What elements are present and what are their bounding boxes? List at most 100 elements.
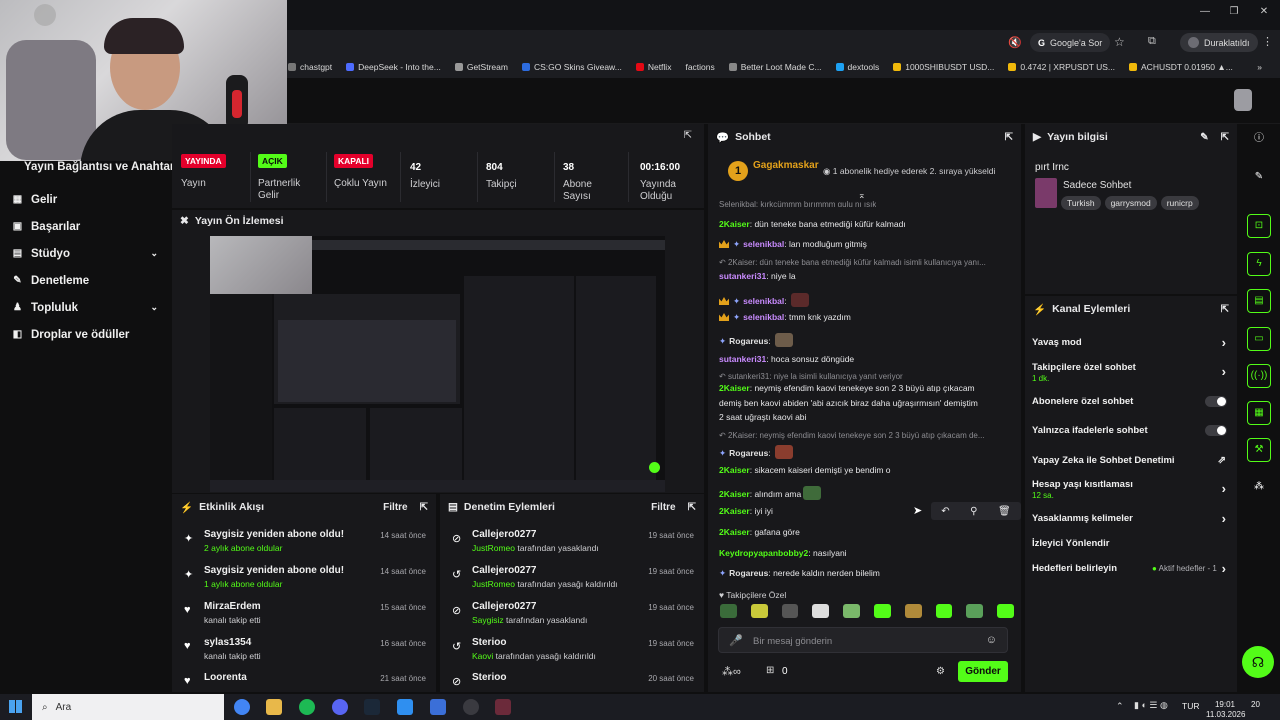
bookmark-item[interactable]: 1000SHIBUSDT USD... xyxy=(893,62,994,72)
wrench-icon[interactable]: ⚒ xyxy=(1247,438,1271,462)
chat-username[interactable]: Rogareus xyxy=(729,568,768,578)
clip-icon[interactable]: ⊡ xyxy=(1247,214,1271,238)
emote[interactable] xyxy=(720,604,737,618)
send-button[interactable]: Gönder xyxy=(958,661,1008,682)
maximize-icon[interactable]: ❐ xyxy=(1227,6,1241,20)
bookmark-item[interactable]: CS:GO Skins Giveaw... xyxy=(521,62,622,72)
windows-start-icon[interactable] xyxy=(9,700,22,713)
lightning-icon[interactable]: ϟ xyxy=(1247,252,1271,276)
set-goals-action[interactable]: Hedefleri belirleyin ● Aktif hedefler - … xyxy=(1032,561,1232,576)
sidebar-item-community[interactable]: ♟ Topluluk ⌄ xyxy=(0,294,172,321)
menu-dots-icon[interactable]: ⋮ xyxy=(1262,35,1273,48)
chat-icon[interactable]: ▭ xyxy=(1247,327,1271,351)
pencil-icon[interactable]: ✎ xyxy=(1247,166,1271,190)
broadcast-icon[interactable]: ((·)) xyxy=(1247,364,1271,388)
modlog-filter-button[interactable]: Filtre xyxy=(651,502,675,513)
extensions-icon[interactable]: ⧉ xyxy=(1148,35,1156,48)
chat-username[interactable]: 2Kaiser xyxy=(719,465,750,475)
raid-action[interactable]: İzleyici Yönlendir xyxy=(1032,538,1232,549)
chat-username[interactable]: selenikbal xyxy=(743,312,784,322)
bookmark-item[interactable]: GetStream xyxy=(454,62,508,72)
popout-icon[interactable]: ⇱ xyxy=(420,502,428,513)
chat-username[interactable]: 2Kaiser xyxy=(719,383,750,393)
chat-username[interactable]: 2Kaiser xyxy=(719,527,750,537)
emote[interactable] xyxy=(935,604,953,618)
steam-icon[interactable] xyxy=(364,699,380,715)
emote[interactable] xyxy=(843,604,860,618)
chat-username[interactable]: sutankeri31 xyxy=(719,271,766,281)
emote[interactable] xyxy=(873,604,891,618)
emoji-icon[interactable]: ☺ xyxy=(986,634,997,646)
popout-icon[interactable]: ⇱ xyxy=(688,502,696,513)
sidebar-item-drops[interactable]: ◧ Droplar ve ödüller xyxy=(0,321,172,348)
taskbar-search[interactable]: ⌕ Ara xyxy=(32,694,224,720)
clock[interactable]: 19:01 11.03.2026 xyxy=(1206,700,1245,720)
community-icon[interactable]: ⁂ xyxy=(1247,476,1271,500)
banned-words-action[interactable]: Yasaklanmış kelimeler › xyxy=(1032,511,1232,526)
chat-username[interactable]: sutankeri31 xyxy=(719,354,766,364)
emote[interactable] xyxy=(997,604,1014,618)
popout-icon[interactable]: ⇱ xyxy=(1005,132,1013,143)
spotify-icon[interactable] xyxy=(299,699,315,715)
bookmark-item[interactable]: Better Loot Made C... xyxy=(728,62,822,72)
ai-moderation-action[interactable]: Yapay Zeka ile Sohbet Denetimi ⇗ xyxy=(1032,455,1232,466)
bookmark-item[interactable]: 0.4742 | XRPUSDT US... xyxy=(1008,62,1115,72)
sidebar-stream-key-title[interactable]: Yayın Bağlantısı ve Anahtarı xyxy=(0,161,178,178)
sidebar-item-moderation[interactable]: ✎ Denetleme xyxy=(0,267,172,294)
popout-icon[interactable]: ⇱ xyxy=(1221,132,1229,143)
followers-only-action[interactable]: Takipçilere özel sohbet 1 dk. › xyxy=(1032,362,1232,383)
user-avatar[interactable] xyxy=(1234,89,1252,111)
bookmark-item[interactable]: Netflix xyxy=(635,62,671,72)
account-age-action[interactable]: Hesap yaşı kısıtlaması 12 sa. › xyxy=(1032,479,1232,500)
tray-up-icon[interactable]: ⌃ xyxy=(1116,701,1124,712)
bookmarks-overflow-icon[interactable]: » xyxy=(1257,62,1280,72)
emote[interactable] xyxy=(966,604,984,618)
channel-points-icon[interactable]: ⁂∞ xyxy=(722,665,741,678)
chat-username[interactable]: 2Kaiser xyxy=(719,219,750,229)
slow-mode-action[interactable]: Yavaş mod › xyxy=(1032,335,1232,350)
discord-icon[interactable] xyxy=(332,699,348,715)
delete-icon[interactable]: 🗑 xyxy=(998,506,1011,517)
close-window-icon[interactable]: ✕ xyxy=(1257,6,1271,20)
document-icon[interactable]: ▤ xyxy=(1247,289,1271,313)
pin-icon[interactable]: ⚲ xyxy=(970,506,977,517)
chat-username[interactable]: Keydropyapanbobby2 xyxy=(719,548,808,558)
emote[interactable] xyxy=(750,604,768,618)
reply-icon[interactable]: ↶ xyxy=(941,506,949,517)
profile-chip[interactable]: Duraklatıldı xyxy=(1180,33,1258,52)
pinned-user[interactable]: Gagakmaskar xyxy=(753,160,819,171)
tray-icons[interactable]: ▮ ◐ ☰ ◍ xyxy=(1134,700,1168,711)
sidebar-item-revenue[interactable]: ▦ Gelir xyxy=(0,186,172,213)
chrome-icon[interactable] xyxy=(234,699,250,715)
support-headset-icon[interactable]: ☊ xyxy=(1242,646,1274,678)
sidebar-item-studio[interactable]: ▤ Stüdyo ⌄ xyxy=(0,240,172,267)
emotes-only-toggle[interactable] xyxy=(1205,425,1227,436)
file-explorer-icon[interactable] xyxy=(266,699,282,715)
obs-icon[interactable] xyxy=(463,699,479,715)
info-icon[interactable]: ⓘ xyxy=(1247,128,1271,152)
app-icon[interactable] xyxy=(430,699,446,715)
minimize-icon[interactable]: — xyxy=(1198,6,1212,20)
gift-icon[interactable]: ⊞ xyxy=(766,665,774,676)
bookmark-item[interactable]: factions xyxy=(685,62,714,72)
vscode-icon[interactable] xyxy=(397,699,413,715)
layout-icon[interactable]: ▦ xyxy=(1247,401,1271,425)
emote[interactable] xyxy=(812,604,830,618)
popout-icon[interactable]: ⇱ xyxy=(684,130,692,141)
emote[interactable] xyxy=(904,604,922,618)
chat-username[interactable]: selenikbal xyxy=(743,239,784,249)
stream-preview-video[interactable] xyxy=(210,236,665,492)
chat-username[interactable]: selenikbal xyxy=(743,296,784,306)
chat-username[interactable]: 2Kaiser xyxy=(719,489,750,499)
chat-username[interactable]: 2Kaiser xyxy=(719,506,750,516)
bookmark-item[interactable]: chastgpt xyxy=(288,62,332,72)
activity-filter-button[interactable]: Filtre xyxy=(383,502,407,513)
chat-username[interactable]: Rogareus xyxy=(729,336,768,346)
sidebar-item-achievements[interactable]: ▣ Başarılar xyxy=(0,213,172,240)
edit-icon[interactable]: ✎ xyxy=(1200,132,1208,143)
category-name[interactable]: Sadece Sohbet xyxy=(1063,180,1131,191)
chat-username[interactable]: Rogareus xyxy=(729,448,768,458)
bookmark-item[interactable]: DeepSeek - Into the... xyxy=(346,62,441,72)
bookmark-item[interactable]: ACHUSDT 0.01950 ▲... xyxy=(1129,62,1233,72)
subscribers-only-toggle[interactable] xyxy=(1205,396,1227,407)
